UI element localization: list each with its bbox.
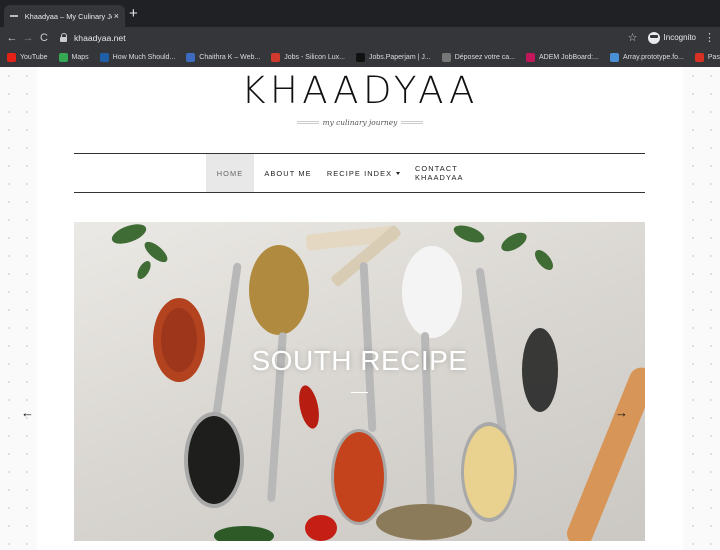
bookmark-item[interactable]: Chaithra K – Web... (186, 53, 260, 62)
featured-slider[interactable]: SOUTH RECIPE (74, 222, 645, 541)
fx-icon (99, 53, 109, 62)
maps-icon (58, 53, 68, 62)
bookmark-label: Déposez votre ca... (454, 54, 516, 61)
paperjam-icon (355, 53, 365, 62)
incognito-badge[interactable]: Incognito (647, 31, 696, 44)
nav-item-about-me[interactable]: ABOUT ME (257, 154, 319, 192)
cumin-seeds (376, 504, 472, 540)
tagline-divider-left (296, 121, 319, 124)
bookmark-item[interactable]: Password Reset –... (694, 53, 720, 62)
rolling-pin (566, 367, 645, 541)
nav-item-label: HOME (216, 168, 244, 178)
bookmark-label: YouTube (20, 54, 48, 61)
salt (402, 246, 462, 338)
tab-close-icon[interactable]: × (114, 11, 119, 21)
address-bar[interactable]: khaadyaa.net (58, 28, 628, 47)
site-logo[interactable]: KHAADYAA (37, 69, 683, 112)
slide-image[interactable] (74, 222, 645, 541)
tagline-wrap: my culinary journey (37, 118, 683, 127)
site-container: KHAADYAA my culinary journey HOME ABOUT … (37, 67, 683, 550)
bookmark-label: Password Reset –... (707, 54, 720, 61)
back-arrow-icon[interactable]: ← (4, 32, 20, 44)
bookmarks-bar: YouTube Maps How Much Should... Chaithra K … (0, 48, 720, 67)
site-tagline: my culinary journey (322, 118, 398, 127)
lock-icon[interactable] (60, 33, 68, 42)
bookmark-item[interactable]: YouTube (7, 53, 48, 62)
gmail-icon (694, 53, 704, 62)
bookmark-label: Chaithra K – Web... (199, 54, 261, 61)
browser-toolbar: ← → C khaadyaa.net ☆ Incognito ⋮ (0, 27, 720, 48)
bookmark-item[interactable]: Jobs - Silicon Lux... (271, 53, 345, 62)
bookmark-label: Jobs - Silicon Lux... (284, 54, 345, 61)
nav-item-label: CONTACT KHAADYAA (415, 164, 464, 182)
new-tab-button[interactable]: + (129, 6, 138, 22)
jobs-icon (271, 53, 281, 62)
adem-icon (526, 53, 536, 62)
bookmark-icon (186, 53, 196, 62)
nav-item-label: RECIPE INDEX (326, 168, 393, 178)
nav-item-home[interactable]: HOME (206, 154, 254, 192)
bookmark-label: Jobs.Paperjam | J... (368, 54, 431, 61)
bookmark-item[interactable]: Array.prototype.fo... (609, 53, 684, 62)
tab-title: Khaadyaa – My Culinary Journey (24, 11, 112, 21)
url-text[interactable]: khaadyaa.net (74, 33, 126, 43)
red-chili (299, 385, 319, 429)
paprika-powder (334, 432, 384, 522)
browser-tab-strip: Khaadyaa – My Culinary Journey × + (0, 0, 720, 27)
slide-divider (351, 392, 368, 393)
youtube-icon (7, 53, 16, 62)
forward-arrow-icon[interactable]: → (20, 32, 36, 44)
page-background: KHAADYAA my culinary journey HOME ABOUT … (0, 67, 720, 550)
bookmark-label: Array.prototype.fo... (622, 54, 684, 61)
bookmark-label: How Much Should... (112, 54, 176, 61)
slide-title[interactable]: SOUTH RECIPE (74, 345, 645, 377)
nav-item-contact[interactable]: CONTACT KHAADYAA (415, 154, 505, 192)
main-navigation: HOME ABOUT ME RECIPE INDEX CONTACT KHAAD… (74, 153, 645, 193)
bookmark-item[interactable]: ADEM JobBoard:... (526, 53, 599, 62)
mdn-icon (609, 53, 619, 62)
bookmark-item[interactable]: Déposez votre ca... (441, 53, 516, 62)
reload-icon[interactable]: C (36, 32, 52, 44)
incognito-icon (647, 31, 660, 44)
site-favicon-icon (10, 12, 19, 21)
doc-icon (441, 53, 451, 62)
black-seeds (188, 416, 240, 504)
incognito-label: Incognito (663, 33, 696, 42)
bookmark-item[interactable]: Jobs.Paperjam | J... (355, 53, 431, 62)
slider-next-arrow-icon[interactable]: → (615, 405, 628, 420)
browser-menu-icon[interactable]: ⋮ (704, 31, 715, 44)
bookmark-item[interactable]: Maps (58, 53, 89, 62)
bookmark-label: ADEM JobBoard:... (539, 54, 599, 61)
nav-item-label: ABOUT ME (264, 168, 312, 178)
cumin-powder (249, 245, 309, 335)
ginger-powder (464, 426, 514, 518)
nav-item-recipe-index[interactable]: RECIPE INDEX (326, 154, 401, 192)
dropdown-caret-icon (396, 171, 401, 175)
bookmark-item[interactable]: How Much Should... (99, 53, 176, 62)
bookmark-label: Maps (71, 54, 89, 61)
slider-prev-arrow-icon[interactable]: ← (21, 405, 34, 420)
bookmark-star-icon[interactable]: ☆ (628, 31, 638, 44)
tagline-divider-right (401, 121, 424, 124)
browser-tab[interactable]: Khaadyaa – My Culinary Journey × (4, 5, 125, 27)
